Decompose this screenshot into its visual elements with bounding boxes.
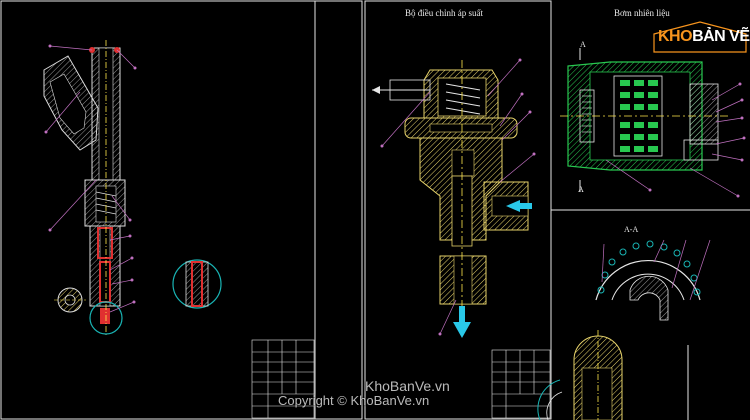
section-view [537,239,711,420]
watermark-site: KhoBanVe.vn [365,378,450,394]
pressure-regulator [372,58,536,338]
section-marker-bottom: A [578,185,584,194]
injector-assembly [43,40,222,335]
section-label: A-A [624,225,639,234]
logo-text-part2: BẢN VẼ [692,28,750,45]
cad-drawing [0,0,750,420]
logo-text-part1: KHO [658,28,693,45]
pump-title: Bơm nhiên liệu [614,8,670,18]
regulator-title: Bộ điều chỉnh áp suất [405,8,483,18]
watermark-copyright: Copyright © KhoBanVe.vn [278,393,430,408]
section-marker-top: A [580,40,586,49]
title-block-right [491,349,551,419]
fuel-pump [560,48,746,198]
logo-text: KHOBẢN VẼ [658,28,750,46]
